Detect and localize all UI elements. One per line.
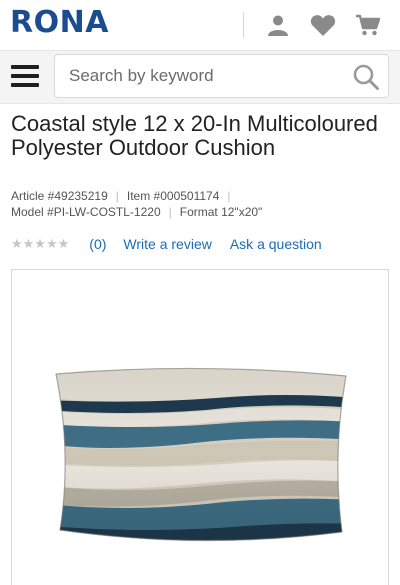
- rona-logo[interactable]: RONA: [10, 6, 109, 40]
- search-icon[interactable]: [352, 63, 380, 91]
- cart-icon[interactable]: [354, 12, 382, 38]
- wishlist-heart-icon[interactable]: [309, 12, 337, 38]
- model-number: Model #PI-LW-COSTL-1220: [11, 205, 161, 219]
- product-image-cushion: [55, 367, 347, 542]
- product-format: Format 12"x20": [179, 205, 263, 219]
- search-bar-row: [0, 50, 400, 104]
- rating-stars: ★★★★★: [11, 236, 70, 251]
- search-input[interactable]: [55, 55, 345, 97]
- menu-icon[interactable]: [11, 65, 39, 89]
- review-count-link[interactable]: (0): [89, 236, 106, 252]
- product-image-panel[interactable]: [11, 269, 389, 585]
- meta-separator: |: [227, 189, 231, 203]
- rating-row: ★★★★★ (0) Write a review Ask a question: [11, 234, 322, 254]
- search-box: [54, 54, 389, 98]
- site-header: RONA: [0, 0, 400, 50]
- product-title: Coastal style 12 x 20-In Multicoloured P…: [11, 111, 378, 160]
- account-icon[interactable]: [264, 12, 292, 38]
- meta-separator: |: [168, 205, 172, 219]
- header-divider: [243, 12, 244, 38]
- logo-text: RONA: [10, 5, 109, 40]
- item-number: Item #000501174: [126, 189, 220, 203]
- product-meta-line-2: Model #PI-LW-COSTL-1220 | Format 12"x20": [11, 205, 262, 219]
- write-review-link[interactable]: Write a review: [123, 236, 211, 252]
- meta-separator: |: [115, 189, 119, 203]
- article-number: Article #49235219: [11, 189, 108, 203]
- ask-question-link[interactable]: Ask a question: [230, 236, 322, 252]
- product-meta-line-1: Article #49235219 | Item #000501174 |: [11, 189, 239, 203]
